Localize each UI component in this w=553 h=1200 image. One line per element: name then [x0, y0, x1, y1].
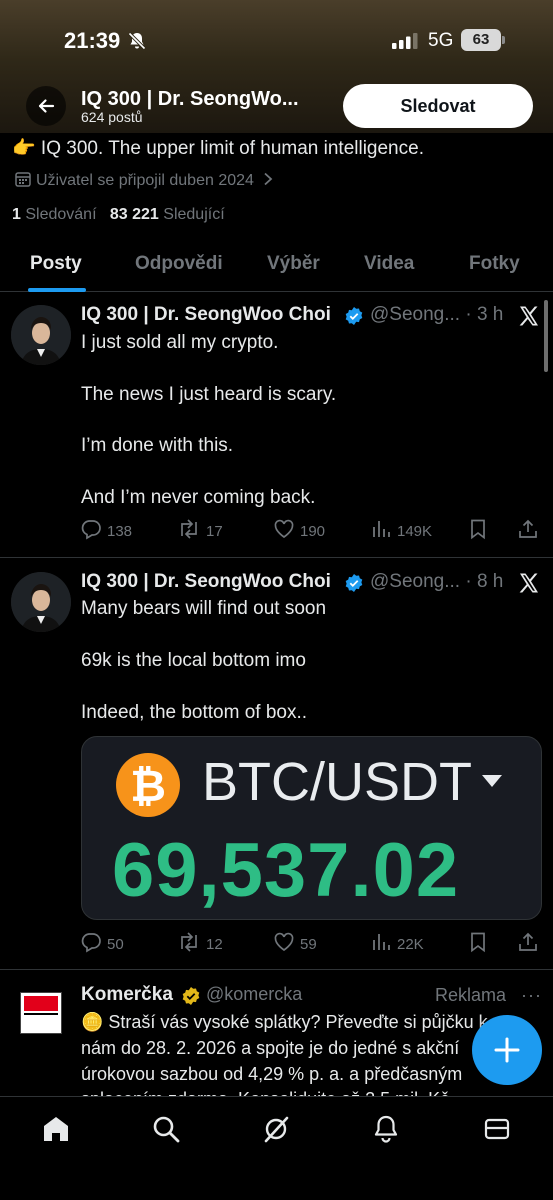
- join-date-text: Uživatel se připojil duben 2024: [36, 172, 254, 189]
- header-name: IQ 300 | Dr. SeongWo...: [81, 88, 299, 110]
- tweet-text-line: 69k is the local bottom imo: [81, 650, 306, 671]
- profile-tabs: Posty Odpovědi Výběr Videa Fotky: [0, 238, 553, 292]
- messages-icon[interactable]: [482, 1114, 512, 1144]
- tweet-handle-time: @Seong... · 8 h: [370, 571, 504, 592]
- grok-icon[interactable]: [261, 1114, 291, 1144]
- reply-icon: [81, 520, 101, 540]
- plus-icon: [494, 1037, 520, 1063]
- bitcoin-icon: ₿: [116, 753, 180, 817]
- komercka-logo[interactable]: [20, 992, 62, 1034]
- avatar-photo: [11, 572, 71, 632]
- btc-price: 69,537.02: [112, 828, 460, 913]
- retweet-icon: [181, 932, 197, 952]
- tab-photos[interactable]: Fotky: [469, 253, 520, 275]
- tweet-text-line: Indeed, the bottom of box..: [81, 702, 308, 723]
- followers-link[interactable]: 83 221 Sledující: [110, 206, 225, 223]
- tweet-author-name[interactable]: IQ 300 | Dr. SeongWoo Choi: [81, 304, 331, 326]
- bookmark-button[interactable]: [467, 931, 494, 955]
- retweet-button[interactable]: 12: [177, 931, 223, 955]
- tweet[interactable]: IQ 300 | Dr. SeongWoo Choi @Seong... · 3…: [0, 292, 553, 558]
- avatar-photo: [11, 305, 71, 365]
- verified-badge-icon: [345, 307, 363, 325]
- ad-handle: @komercka: [206, 984, 303, 1004]
- header-post-count: 624 postů: [81, 109, 143, 125]
- follow-button[interactable]: Sledovat: [343, 84, 533, 128]
- tweet-text-line: And I’m never coming back.: [81, 487, 316, 508]
- views-button[interactable]: 22K: [370, 931, 424, 955]
- verified-badge-icon: [345, 574, 363, 592]
- compose-button[interactable]: [472, 1015, 542, 1085]
- like-button[interactable]: 59: [273, 931, 317, 955]
- status-time: 21:39: [64, 28, 121, 53]
- retweet-icon: [181, 519, 197, 539]
- tweet-text-line: I just sold all my crypto.: [81, 332, 279, 353]
- ad-label: Reklama: [435, 985, 507, 1005]
- verified-gold-badge-icon: [182, 987, 200, 1005]
- ad-author-name[interactable]: Komerčka: [81, 984, 173, 1006]
- views-icon: [373, 521, 390, 537]
- follow-stats: 1 Sledování 83 221 Sledující: [12, 206, 225, 224]
- status-bar: 21:39 5G 63: [0, 26, 553, 56]
- search-icon[interactable]: [151, 1114, 181, 1144]
- share-icon: [519, 519, 537, 538]
- ad-text-line: 🪙 Straší vás vysoké splátky? Převeďte si…: [81, 1012, 488, 1032]
- profile-header: 21:39 5G 63 IQ 300 | Dr. SeongWo... 624 …: [0, 0, 553, 133]
- bottom-nav: [0, 1096, 553, 1200]
- tab-replies[interactable]: Odpovědi: [135, 253, 223, 275]
- caret-down-icon: [482, 775, 502, 787]
- join-date: Uživatel se připojil duben 2024: [14, 170, 278, 190]
- following-link[interactable]: 1 Sledování: [12, 206, 97, 223]
- tab-videos[interactable]: Videa: [364, 253, 414, 275]
- heart-icon: [274, 519, 294, 539]
- ad-text-line: úrokovou sazbou od 4,29 % p. a. a předča…: [81, 1064, 463, 1084]
- bookmark-button[interactable]: [467, 518, 494, 542]
- share-button[interactable]: [517, 931, 544, 955]
- trading-pair: BTC/USDT: [202, 752, 472, 812]
- x-logo-icon: [519, 306, 538, 326]
- bookmark-icon: [471, 932, 485, 953]
- more-options-button[interactable]: ···: [521, 985, 542, 1006]
- profile-bio: 👉 IQ 300. The upper limit of human intel…: [12, 138, 424, 159]
- tweet-image[interactable]: ₿ BTC/USDT 69,537.02: [81, 736, 542, 920]
- home-icon[interactable]: [41, 1114, 71, 1144]
- avatar[interactable]: [11, 305, 71, 365]
- ad-text-line: splacením zdarma. Konsolidujte až 2,5 mi…: [81, 1089, 541, 1096]
- reply-button[interactable]: 138: [80, 518, 132, 542]
- battery-indicator: 63: [461, 29, 505, 51]
- bell-slash-icon: [128, 32, 146, 50]
- network-type: 5G: [428, 30, 454, 51]
- signal-icon: [392, 33, 418, 49]
- chevron-right-icon: [264, 172, 273, 186]
- tweet-text-line: Many bears will find out soon: [81, 598, 327, 619]
- like-button[interactable]: 190: [273, 518, 325, 542]
- tweet-text-line: I’m done with this.: [81, 435, 234, 456]
- heart-icon: [274, 932, 294, 952]
- retweet-button[interactable]: 17: [177, 518, 223, 542]
- bookmark-icon: [471, 519, 485, 540]
- notifications-bell-icon[interactable]: [371, 1114, 401, 1144]
- x-logo-icon: [519, 573, 538, 593]
- avatar[interactable]: [11, 572, 71, 632]
- views-icon: [373, 934, 390, 950]
- tab-posts[interactable]: Posty: [30, 253, 82, 275]
- tweet-author-name[interactable]: IQ 300 | Dr. SeongWoo Choi: [81, 571, 331, 593]
- calendar-icon: [15, 172, 31, 187]
- share-icon: [519, 932, 537, 951]
- views-button[interactable]: 149K: [370, 518, 432, 542]
- reply-icon: [81, 933, 101, 953]
- tweet-actions: 50 12 59 22K: [80, 931, 540, 955]
- tweet-text-line: The news I just heard is scary.: [81, 384, 337, 405]
- arrow-left-icon: [38, 99, 55, 113]
- tab-highlights[interactable]: Výběr: [267, 253, 320, 275]
- back-button[interactable]: [26, 86, 66, 126]
- reply-button[interactable]: 50: [80, 931, 124, 955]
- share-button[interactable]: [517, 518, 544, 542]
- tweet-handle-time: @Seong... · 3 h: [370, 304, 504, 325]
- tweet-actions: 138 17 190 149K: [80, 518, 540, 542]
